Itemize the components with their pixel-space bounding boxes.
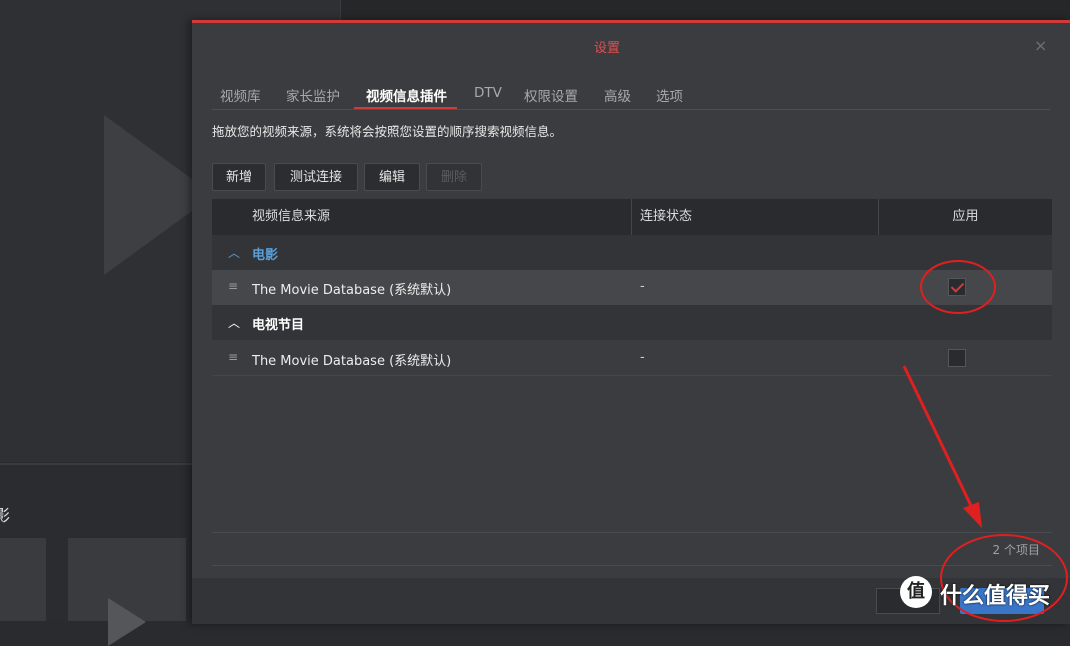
annotation-arrow — [902, 365, 982, 528]
watermark-text: 什么值得买 — [940, 584, 1051, 609]
annotation-arrow-head — [963, 502, 982, 528]
annotation-arrow-shaft — [902, 365, 976, 513]
watermark-logo: 值 — [900, 576, 932, 608]
